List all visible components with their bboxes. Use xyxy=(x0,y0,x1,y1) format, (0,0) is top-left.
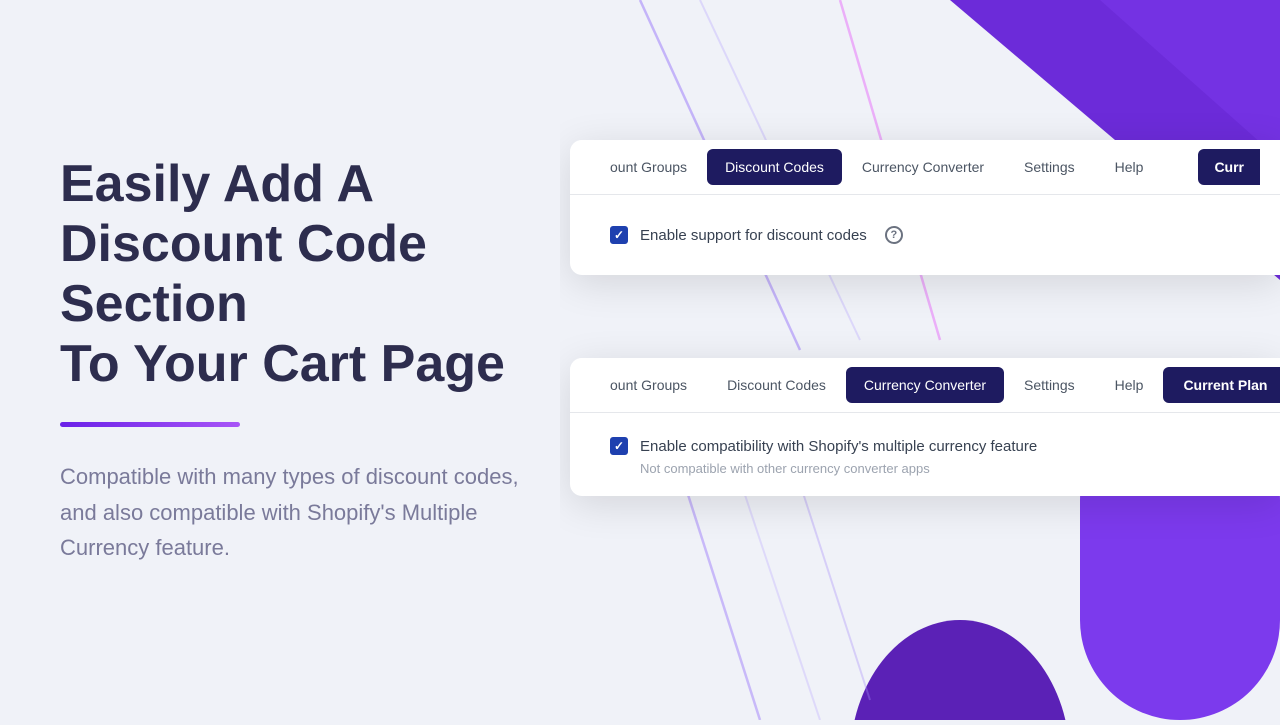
checkbox-row-top: ✓ Enable support for discount codes ? xyxy=(610,226,903,244)
nav-item-settings-bottom[interactable]: Settings xyxy=(1004,361,1095,409)
nav-bar-bottom: ount Groups Discount Codes Currency Conv… xyxy=(570,358,1280,413)
checkbox-row-bottom: ✓ Enable compatibility with Shopify's mu… xyxy=(610,437,1240,455)
left-panel: Easily Add A Discount Code Section To Yo… xyxy=(0,0,620,720)
nav-bar-top: ount Groups Discount Codes Currency Conv… xyxy=(570,140,1280,195)
cta-button-top[interactable]: Curr xyxy=(1198,149,1260,185)
checkbox-label-bottom: Enable compatibility with Shopify's mult… xyxy=(640,438,1037,455)
card-content-bottom: ✓ Enable compatibility with Shopify's mu… xyxy=(570,413,1280,496)
card-content-top: ✓ Enable support for discount codes ? xyxy=(570,195,1280,275)
heading-divider xyxy=(60,422,240,427)
nav-item-discount-top[interactable]: Discount Codes xyxy=(707,149,842,185)
nav-item-help-top[interactable]: Help xyxy=(1095,143,1164,191)
ui-card-top: ount Groups Discount Codes Currency Conv… xyxy=(570,140,1280,275)
nav-item-help-bottom[interactable]: Help xyxy=(1095,361,1164,409)
sub-note: Not compatible with other currency conve… xyxy=(610,461,1240,476)
ui-card-bottom: ount Groups Discount Codes Currency Conv… xyxy=(570,358,1280,496)
nav-item-discount-bottom[interactable]: Discount Codes xyxy=(707,361,846,409)
main-heading: Easily Add A Discount Code Section To Yo… xyxy=(60,155,560,394)
sub-text: Compatible with many types of discount c… xyxy=(60,459,560,565)
nav-item-currency-bottom[interactable]: Currency Converter xyxy=(846,367,1004,403)
nav-item-settings-top[interactable]: Settings xyxy=(1004,143,1095,191)
right-panel: ount Groups Discount Codes Currency Conv… xyxy=(560,0,1280,720)
checkbox-label-top: Enable support for discount codes xyxy=(640,227,867,244)
help-icon-top[interactable]: ? xyxy=(885,226,903,244)
cta-button-bottom[interactable]: Current Plan xyxy=(1163,367,1280,403)
nav-item-currency-top[interactable]: Currency Converter xyxy=(842,143,1004,191)
